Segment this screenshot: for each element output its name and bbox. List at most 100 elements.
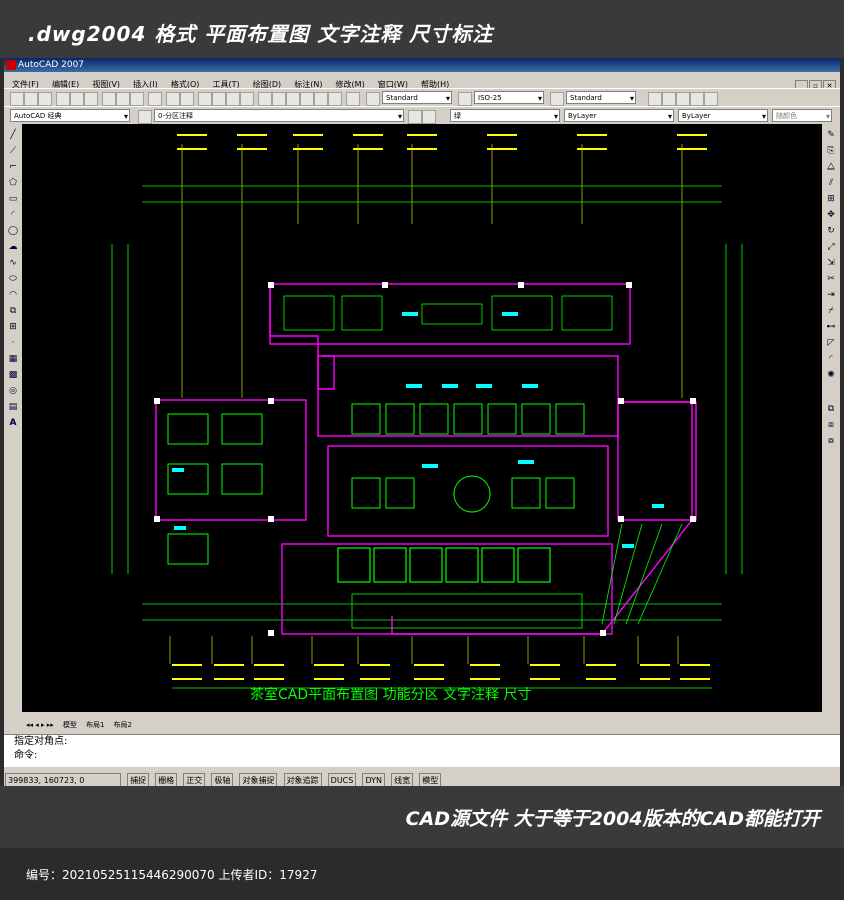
tab-layout1[interactable]: 布局1 bbox=[86, 721, 104, 729]
trim-icon[interactable]: ✂ bbox=[826, 274, 836, 284]
redo-icon[interactable] bbox=[180, 92, 194, 106]
columns bbox=[154, 282, 696, 636]
footer: 编号：20210525115446290070 上传者ID：17927 bbox=[0, 848, 844, 900]
dim-radius-icon[interactable] bbox=[704, 92, 718, 106]
drawing-canvas[interactable]: 茶室CAD平面布置图 功能分区 文字注释 尺寸 bbox=[22, 124, 822, 712]
dim-arc-icon[interactable] bbox=[676, 92, 690, 106]
plotstyle-select[interactable]: 随颜色 bbox=[772, 109, 832, 122]
arc-icon[interactable]: ◜ bbox=[8, 210, 18, 220]
copy-icon[interactable] bbox=[116, 92, 130, 106]
layer-previous-icon[interactable] bbox=[422, 110, 436, 124]
paste-icon[interactable] bbox=[130, 92, 144, 106]
zoom-realtime-icon[interactable] bbox=[212, 92, 226, 106]
properties-icon[interactable] bbox=[258, 92, 272, 106]
insert-block-icon[interactable]: ⧉ bbox=[8, 306, 18, 316]
tool-palettes-icon[interactable] bbox=[286, 92, 300, 106]
match-properties-icon[interactable] bbox=[148, 92, 162, 106]
text-style-icon[interactable] bbox=[366, 92, 380, 106]
dim-style-select[interactable]: ISO-25 bbox=[474, 91, 544, 104]
make-block-icon[interactable]: ⊞ bbox=[8, 322, 18, 332]
command-history: 指定对角点: bbox=[14, 736, 68, 747]
tab-nav-icon[interactable]: ◂◂ ◂ ▸ ▸▸ bbox=[26, 721, 54, 729]
bottom-banner: CAD源文件 大于等于2004版本的CAD都能打开 bbox=[0, 786, 844, 848]
dim-ordinate-icon[interactable] bbox=[690, 92, 704, 106]
pan-icon[interactable] bbox=[198, 92, 212, 106]
region-icon[interactable]: ◎ bbox=[8, 386, 18, 396]
bring-front-icon[interactable]: ⧈ bbox=[826, 420, 836, 430]
dim-style-icon[interactable] bbox=[458, 92, 472, 106]
tab-layout2[interactable]: 布局2 bbox=[114, 721, 132, 729]
polyline-icon[interactable]: ⌐ bbox=[8, 162, 18, 172]
command-prompt[interactable]: 命令: bbox=[4, 749, 840, 763]
mirror-icon[interactable]: ⧋ bbox=[826, 162, 836, 172]
array-icon[interactable]: ⊞ bbox=[826, 194, 836, 204]
rectangle-icon[interactable]: ▭ bbox=[8, 194, 18, 204]
draw-order-icon[interactable]: ⧉ bbox=[826, 404, 836, 414]
revision-cloud-icon[interactable]: ☁ bbox=[8, 242, 18, 252]
design-center-icon[interactable] bbox=[272, 92, 286, 106]
send-back-icon[interactable]: ⧇ bbox=[826, 436, 836, 446]
text-style-select[interactable]: Standard bbox=[382, 91, 452, 104]
publish-icon[interactable] bbox=[84, 92, 98, 106]
table-icon[interactable]: ▤ bbox=[8, 402, 18, 412]
break-icon[interactable]: ⌿ bbox=[826, 306, 836, 316]
gradient-icon[interactable]: ▩ bbox=[8, 370, 18, 380]
explode-icon[interactable]: ✺ bbox=[826, 370, 836, 380]
markup-icon[interactable] bbox=[314, 92, 328, 106]
help-icon[interactable] bbox=[346, 92, 360, 106]
polygon-icon[interactable]: ⬠ bbox=[8, 178, 18, 188]
table-style-icon[interactable] bbox=[550, 92, 564, 106]
chamfer-icon[interactable]: ◸ bbox=[826, 338, 836, 348]
lineweight-select[interactable]: ByLayer bbox=[678, 109, 768, 122]
menu-bar: 文件(F) 编辑(E) 视图(V) 插入(I) 格式(O) 工具(T) 绘图(D… bbox=[4, 72, 840, 89]
tab-model[interactable]: 模型 bbox=[63, 721, 77, 729]
dim-linear-icon[interactable] bbox=[648, 92, 662, 106]
top-label-marks bbox=[177, 134, 707, 150]
cut-icon[interactable] bbox=[102, 92, 116, 106]
join-icon[interactable]: ⊷ bbox=[826, 322, 836, 332]
mtext-icon[interactable]: A bbox=[8, 418, 18, 428]
circle-icon[interactable]: ◯ bbox=[8, 226, 18, 236]
copy-object-icon[interactable]: ⎘ bbox=[826, 146, 836, 156]
zoom-previous-icon[interactable] bbox=[240, 92, 254, 106]
workspace-select[interactable]: AutoCAD 经典 bbox=[10, 109, 130, 122]
plot-icon[interactable] bbox=[56, 92, 70, 106]
fillet-icon[interactable]: ◜ bbox=[826, 354, 836, 364]
layer-select[interactable]: 0-分区注释 bbox=[154, 109, 404, 122]
corridor-hatch bbox=[351, 523, 683, 629]
ellipse-arc-icon[interactable]: ◠ bbox=[8, 290, 18, 300]
status-bar: 399833, 160723, 0 捕捉 栅格 正交 极轴 对象捕捉 对象追踪 … bbox=[4, 768, 840, 789]
move-icon[interactable]: ✥ bbox=[826, 210, 836, 220]
color-select[interactable]: 绿 bbox=[450, 109, 560, 122]
layout-tabs: ◂◂ ◂ ▸ ▸▸ 模型 布局1 布局2 bbox=[22, 712, 822, 729]
linetype-select[interactable]: ByLayer bbox=[564, 109, 674, 122]
top-banner: .dwg2004 格式 平面布置图 文字注释 尺寸标注 bbox=[0, 0, 844, 58]
command-window[interactable]: 指定对角点: 命令: bbox=[4, 734, 840, 767]
undo-icon[interactable] bbox=[166, 92, 180, 106]
point-icon[interactable]: · bbox=[8, 338, 18, 348]
floor-plan-drawing bbox=[111, 134, 743, 689]
table-style-select[interactable]: Standard bbox=[566, 91, 636, 104]
extend-icon[interactable]: ⇥ bbox=[826, 290, 836, 300]
preview-icon[interactable] bbox=[70, 92, 84, 106]
open-icon[interactable] bbox=[24, 92, 38, 106]
dim-aligned-icon[interactable] bbox=[662, 92, 676, 106]
construction-line-icon[interactable]: ⟋ bbox=[8, 146, 18, 156]
scale-icon[interactable]: ⤢ bbox=[826, 242, 836, 252]
rotate-icon[interactable]: ↻ bbox=[826, 226, 836, 236]
calculator-icon[interactable] bbox=[328, 92, 342, 106]
top-banner-title: .dwg2004 格式 平面布置图 文字注释 尺寸标注 bbox=[28, 22, 494, 46]
ellipse-icon[interactable]: ⬭ bbox=[8, 274, 18, 284]
save-icon[interactable] bbox=[38, 92, 52, 106]
erase-icon[interactable]: ✎ bbox=[826, 130, 836, 140]
zoom-window-icon[interactable] bbox=[226, 92, 240, 106]
spline-icon[interactable]: ∿ bbox=[8, 258, 18, 268]
line-icon[interactable]: ╱ bbox=[8, 130, 18, 140]
sheet-set-icon[interactable] bbox=[300, 92, 314, 106]
hatch-icon[interactable]: ▦ bbox=[8, 354, 18, 364]
make-current-layer-icon[interactable] bbox=[408, 110, 422, 124]
layer-manager-icon[interactable] bbox=[138, 110, 152, 124]
offset-icon[interactable]: ⫽ bbox=[826, 178, 836, 188]
new-icon[interactable] bbox=[10, 92, 24, 106]
stretch-icon[interactable]: ⇲ bbox=[826, 258, 836, 268]
